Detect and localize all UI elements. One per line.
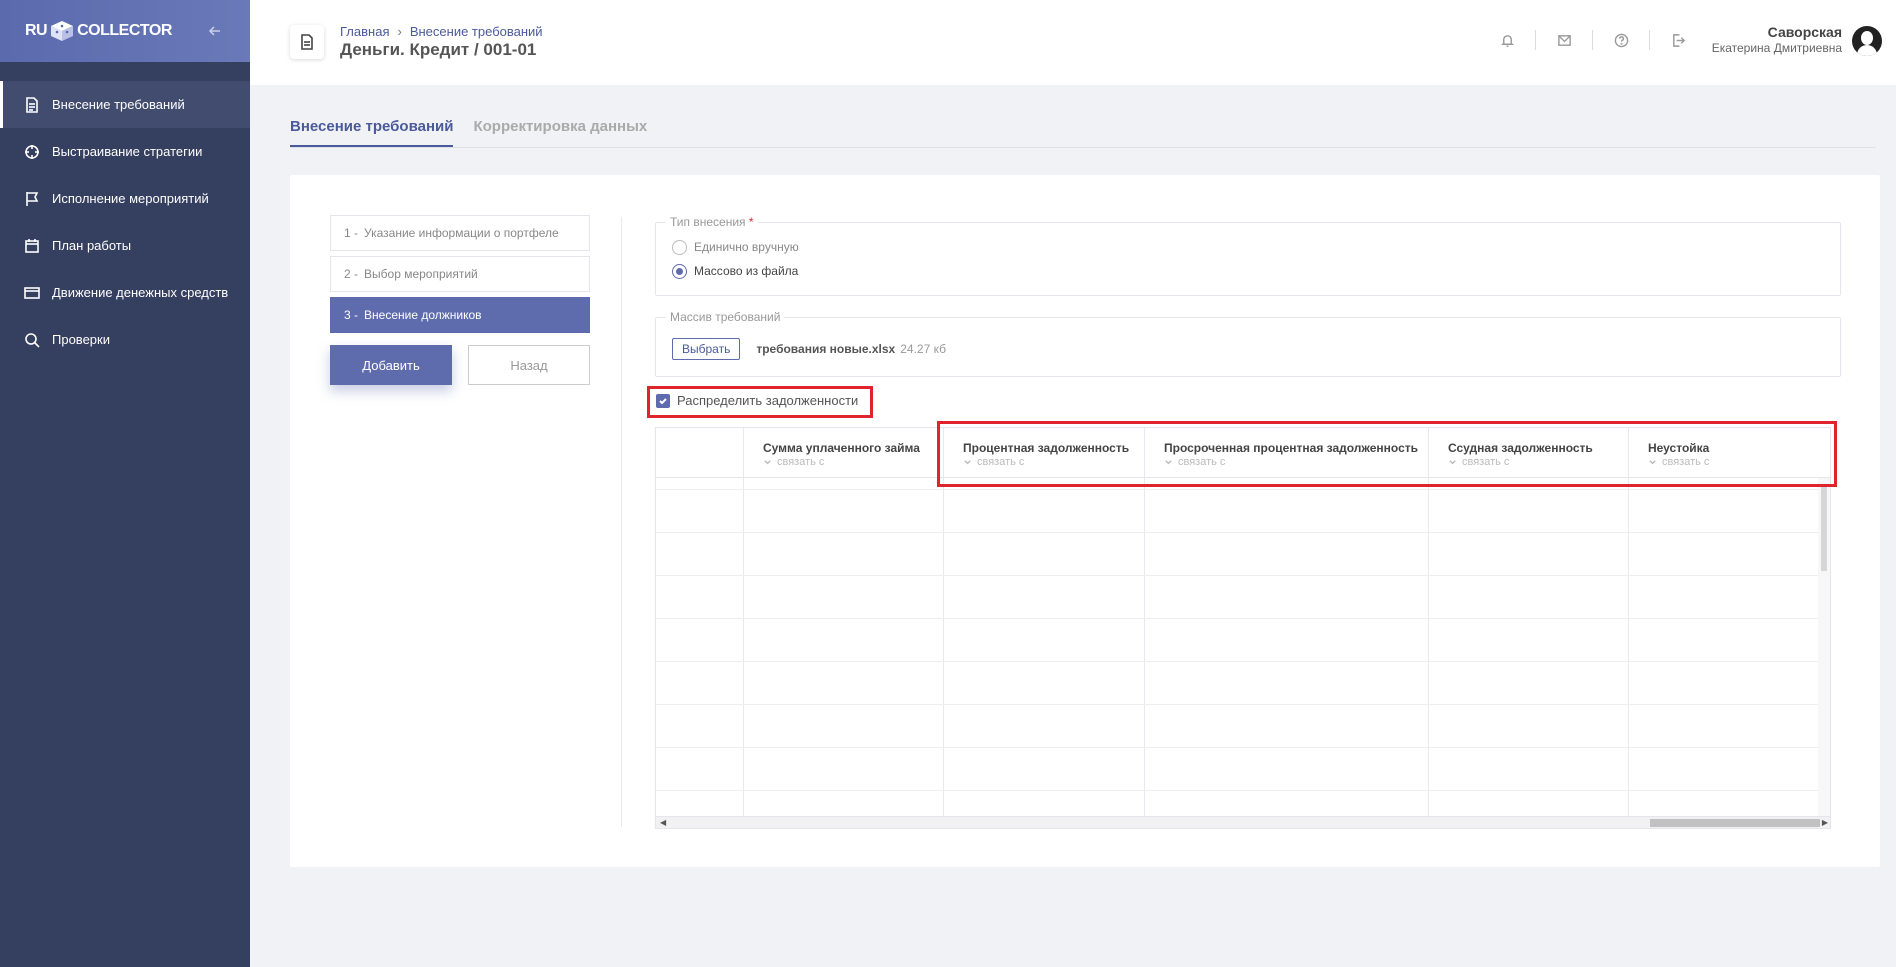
radio-button[interactable] [672, 263, 687, 279]
step-choose-events[interactable]: 2 - Выбор мероприятий [330, 256, 590, 292]
document-icon [26, 96, 38, 113]
sidebar-item-label: Внесение требований [52, 97, 185, 112]
vertical-scrollbar[interactable] [1818, 478, 1830, 818]
input-type-fieldset: Тип внесения * Единично вручную Массово … [655, 215, 1841, 296]
calendar-icon [25, 238, 39, 253]
divider [1592, 30, 1593, 50]
sidebar-item-label: План работы [52, 238, 132, 253]
logout-icon[interactable] [1668, 30, 1688, 50]
radio-manual[interactable]: Единично вручную [672, 235, 1840, 259]
add-button[interactable]: Добавить [330, 345, 452, 385]
page-document-icon [290, 25, 324, 59]
user-last-name: Саворская [1767, 24, 1842, 40]
breadcrumb: Главная › Внесение требований [340, 24, 543, 39]
sidebar-nav: Внесение требований Выстраивание стратег… [0, 81, 250, 363]
scroll-left-icon[interactable]: ◀ [660, 818, 666, 827]
help-icon[interactable] [1611, 30, 1631, 50]
tabs: Внесение требований Корректировка данных [290, 118, 1876, 148]
choose-file-button[interactable]: Выбрать [672, 338, 741, 360]
file-name: требования новые.xlsx [756, 342, 896, 356]
button-row: Добавить Назад [330, 345, 590, 385]
table-row [656, 532, 1820, 533]
logo-text-left: RU [25, 22, 48, 39]
mapping-table: Сумма уплаченного займа связать с Процен… [655, 427, 1831, 829]
sidebar-item-strategy[interactable]: Выстраивание стратегии [0, 128, 250, 175]
card-icon [24, 286, 40, 299]
bell-icon[interactable] [1497, 30, 1517, 50]
tab-data-correction[interactable]: Корректировка данных [473, 118, 647, 147]
table-row [656, 747, 1820, 748]
cube-logo-icon [51, 21, 74, 41]
scroll-right-icon[interactable]: ▶ [1822, 818, 1828, 827]
radio-button[interactable] [672, 239, 687, 255]
sidebar-item-requirements[interactable]: Внесение требований [0, 81, 250, 128]
logo[interactable]: RU COLLECTOR [25, 20, 172, 42]
file-fieldset: Массив требований Выбрать требования нов… [655, 310, 1841, 377]
main-card: 1 - Указание информации о портфеле 2 - В… [290, 175, 1880, 867]
sidebar-item-label: Выстраивание стратегии [52, 144, 203, 159]
file-row: Выбрать требования новые.xlsx 24.27 кб [672, 338, 1840, 360]
breadcrumb-home[interactable]: Главная [340, 24, 389, 39]
file-size: 24.27 кб [900, 342, 946, 356]
search-icon [25, 332, 40, 348]
chevron-right-icon: › [397, 24, 402, 39]
flag-icon [26, 191, 39, 206]
sidebar-item-label: Исполнение мероприятий [52, 191, 209, 206]
table-row [656, 575, 1820, 576]
steps-list: 1 - Указание информации о портфеле 2 - В… [330, 215, 590, 385]
divider [1649, 30, 1650, 50]
step-add-debtors[interactable]: 3 - Внесение должников [330, 297, 590, 333]
table-row [656, 489, 1820, 490]
sidebar-item-events[interactable]: Исполнение мероприятий [0, 175, 250, 222]
sidebar-item-cashflow[interactable]: Движение денежных средств [0, 269, 250, 316]
sidebar-item-checks[interactable]: Проверки [0, 316, 250, 363]
highlight-box [647, 386, 873, 418]
sidebar-item-label: Движение денежных средств [52, 285, 229, 300]
divider [621, 217, 622, 827]
file-legend: Массив требований [666, 310, 785, 324]
logo-bar: RU COLLECTOR [0, 0, 250, 62]
horizontal-scrollbar[interactable]: ◀ ▶ [656, 816, 1830, 828]
user-info[interactable]: Саворская Екатерина Дмитриевна [1712, 24, 1842, 55]
highlight-box [937, 421, 1837, 487]
header: Главная › Внесение требований Деньги. Кр… [250, 0, 1896, 85]
table-row [656, 790, 1820, 791]
step-portfolio-info[interactable]: 1 - Указание информации о портфеле [330, 215, 590, 251]
back-button[interactable]: Назад [468, 345, 590, 385]
sidebar-item-plan[interactable]: План работы [0, 222, 250, 269]
header-icons [1479, 30, 1706, 50]
table-row [656, 618, 1820, 619]
radio-bulk-file[interactable]: Массово из файла [672, 259, 1840, 283]
divider [1535, 30, 1536, 50]
sidebar-item-label: Проверки [52, 332, 110, 347]
avatar[interactable] [1852, 26, 1882, 56]
logo-text-right: COLLECTOR [77, 22, 172, 39]
table-row [656, 661, 1820, 662]
breadcrumb-requirements[interactable]: Внесение требований [410, 24, 543, 39]
user-first-name: Екатерина Дмитриевна [1711, 41, 1842, 55]
input-type-legend: Тип внесения * [666, 215, 758, 229]
crosshair-icon [25, 144, 39, 159]
sidebar: RU COLLECTOR Внесение требований Выстраи… [0, 0, 250, 967]
tab-requirements[interactable]: Внесение требований [290, 118, 454, 147]
page-title: Деньги. Кредит / 001-01 [340, 40, 537, 59]
mail-icon[interactable] [1554, 30, 1574, 50]
arrow-left-icon[interactable] [205, 21, 225, 41]
table-row [656, 704, 1820, 705]
